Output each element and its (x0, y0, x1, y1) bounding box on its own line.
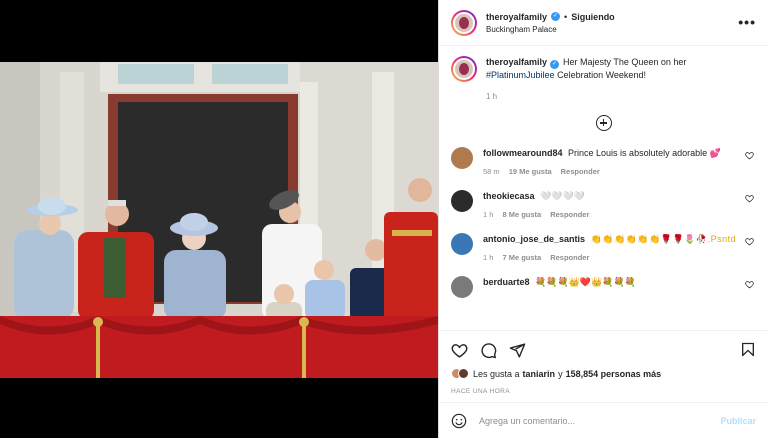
caption-hashtag[interactable]: #PlatinumJubilee (486, 70, 555, 80)
author-avatar[interactable] (451, 9, 477, 36)
author-username[interactable]: theroyalfamily (486, 12, 547, 22)
comments-section[interactable]: theroyalfamily ✓ Her Majesty The Queen on … (439, 46, 768, 330)
caption-time: 1 h (486, 92, 498, 101)
comment-time: 1 h (483, 253, 494, 262)
more-options-icon[interactable]: ••• (738, 14, 756, 30)
post-photo (0, 62, 438, 378)
post-media[interactable] (0, 0, 438, 438)
comment-avatar[interactable] (451, 233, 473, 255)
comment-heart-icon[interactable] (745, 151, 754, 160)
comment-item: antonio_jose_de_santis 👏👏👏👏👏👏🌹🌹🌷🥀.Psntd … (451, 233, 756, 264)
comment-reply-button[interactable]: Responder (550, 209, 589, 221)
comment-item: followmearound84 Prince Louis is absolut… (451, 147, 756, 178)
comment-text: 💐💐💐👑❤️👑💐💐💐 (535, 277, 636, 287)
post-actions: Les gusta a taniarin y 158,854 personas … (439, 330, 768, 402)
separator-dot: • (564, 11, 568, 22)
like-heart-icon[interactable] (451, 342, 468, 359)
comment-heart-icon[interactable] (745, 280, 754, 289)
follow-button[interactable]: Siguiendo (571, 12, 615, 22)
comment-time: 1 h (483, 210, 494, 219)
likes-user[interactable]: taniarin (523, 369, 556, 379)
likes-prefix: Les gusta a (473, 368, 520, 379)
comment-text: 🤍🤍🤍🤍 (540, 191, 585, 201)
verified-badge-icon: ✓ (550, 60, 560, 69)
location-link[interactable]: Buckingham Palace (486, 25, 615, 34)
caption-username[interactable]: theroyalfamily (486, 57, 547, 67)
comment-likes[interactable]: 19 Me gusta (509, 166, 552, 178)
caption-avatar[interactable] (451, 56, 477, 82)
likes-summary[interactable]: Les gusta a taniarin y 158,854 personas … (451, 368, 756, 379)
likes-count[interactable]: 158,854 personas más (566, 369, 662, 379)
comment-avatar[interactable] (451, 147, 473, 169)
comment-text: Prince Louis is absolutely adorable 💕 (568, 148, 721, 158)
caption-text-after: Celebration Weekend! (557, 70, 646, 80)
caption-text: Her Majesty The Queen on her (563, 57, 687, 67)
comment-avatar[interactable] (451, 190, 473, 212)
comment-text: 👏👏👏👏👏👏🌹🌹🌷🥀.Psntd (590, 234, 737, 244)
bookmark-icon[interactable] (740, 341, 756, 358)
comment-input[interactable]: Agrega un comentario... (479, 416, 720, 426)
post-sidebar: theroyalfamily ✓ • Siguiendo Buckingham … (438, 0, 768, 438)
comment-item: berduarte8 💐💐💐👑❤️👑💐💐💐 (451, 276, 756, 298)
verified-badge-icon: ✓ (551, 12, 561, 21)
comment-heart-icon[interactable] (745, 194, 754, 203)
comment-username[interactable]: berduarte8 (483, 277, 530, 287)
add-comment-bar: Agrega un comentario... Publicar (439, 402, 768, 438)
post-viewer: theroyalfamily ✓ • Siguiendo Buckingham … (0, 0, 768, 438)
comment-time: 58 m (483, 167, 500, 176)
load-more-comments-icon[interactable] (595, 115, 612, 131)
comment-username[interactable]: theokiecasa (483, 191, 535, 201)
comment-username[interactable]: followmearound84 (483, 148, 563, 158)
posted-ago: HACE UNA HORA (451, 388, 511, 395)
comment-icon[interactable] (480, 342, 497, 359)
share-icon[interactable] (509, 342, 526, 359)
comment-username[interactable]: antonio_jose_de_santis (483, 234, 585, 244)
comment-heart-icon[interactable] (745, 237, 754, 246)
post-header: theroyalfamily ✓ • Siguiendo Buckingham … (439, 0, 768, 46)
comment-avatar[interactable] (451, 276, 473, 298)
post-caption: theroyalfamily ✓ Her Majesty The Queen on … (451, 56, 756, 103)
emoji-icon[interactable] (451, 413, 467, 429)
liker-avatar (458, 368, 469, 379)
comment-likes[interactable]: 7 Me gusta (502, 252, 541, 264)
comment-item: theokiecasa 🤍🤍🤍🤍 1 h 8 Me gusta Responde… (451, 190, 756, 221)
likes-joiner: y (558, 368, 563, 379)
publish-button[interactable]: Publicar (720, 416, 756, 426)
comment-likes[interactable]: 8 Me gusta (502, 209, 541, 221)
comment-reply-button[interactable]: Responder (550, 252, 589, 264)
comment-reply-button[interactable]: Responder (561, 166, 600, 178)
